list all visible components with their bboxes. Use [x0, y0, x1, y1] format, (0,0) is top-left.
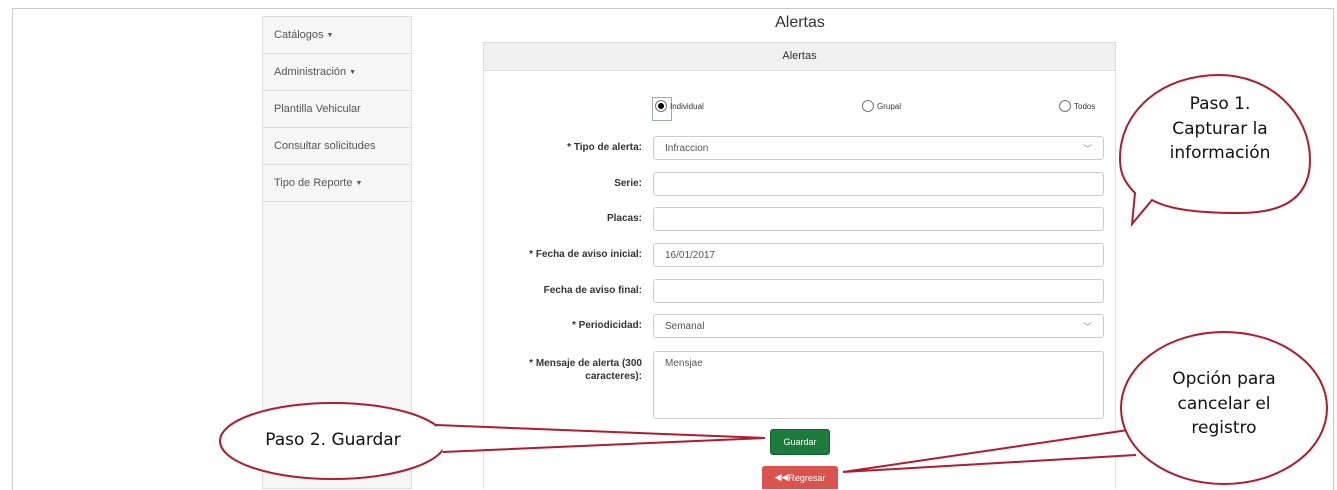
callout-cancel-pointer: [842, 429, 1137, 473]
callout-line: Paso 1.: [1189, 94, 1251, 114]
callout-line: registro: [1191, 418, 1257, 439]
callout-line: información: [1169, 143, 1271, 164]
callout-overlay: [219, 73, 1328, 485]
callout-line: Opción para: [1172, 369, 1276, 389]
callout-line: Capturar la: [1172, 118, 1268, 139]
callout-paso1-text: Paso 1. Capturar la información: [1140, 92, 1300, 166]
callout-paso2-text: Paso 2. Guardar: [265, 430, 401, 450]
callout-cancel-text: Opción para cancelar el registro: [1140, 367, 1308, 441]
callout-paso2-pointer: [435, 424, 766, 453]
callout-line: cancelar el: [1177, 393, 1271, 414]
